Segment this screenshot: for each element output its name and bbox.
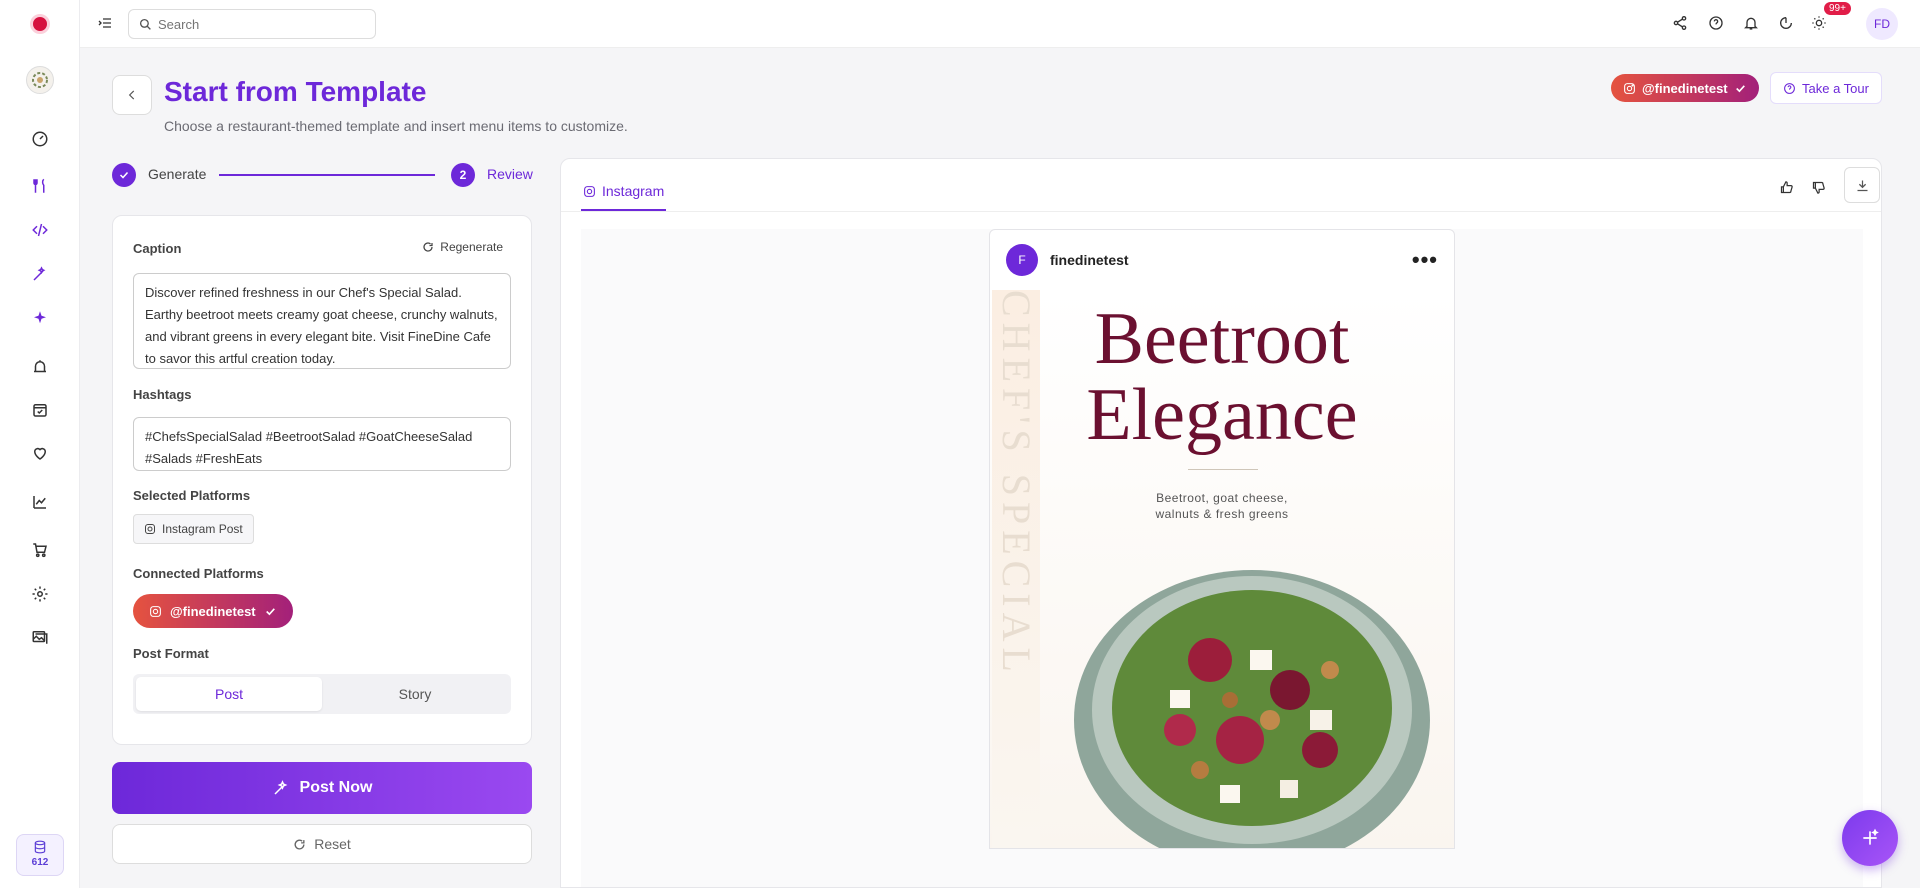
credits-widget[interactable]: 612 (16, 834, 64, 876)
ig-avatar: F (1006, 244, 1038, 276)
preview-panel: Instagram F finedinetest ••• CHEF'S SPEC… (560, 158, 1882, 888)
page-title: Start from Template (164, 76, 427, 107)
post-now-label: Post Now (299, 779, 373, 796)
tab-instagram[interactable]: Instagram (581, 173, 667, 211)
reset-button[interactable]: Reset (112, 824, 532, 864)
search-icon (139, 18, 152, 31)
check-icon (119, 171, 129, 179)
selected-platform-label: Instagram Post (162, 522, 243, 536)
ig-username: finedinetest (1050, 252, 1129, 268)
ig-post-title-line1: Beetroot (1094, 298, 1350, 380)
sparkle-add-icon (1863, 828, 1879, 845)
regenerate-button[interactable]: Regenerate (422, 240, 503, 254)
stepper-line (219, 174, 435, 176)
topbar: 99+ FD (80, 0, 1920, 48)
share-icon[interactable] (1669, 12, 1691, 34)
more-options-icon[interactable]: ••• (1412, 247, 1438, 273)
search-box[interactable] (128, 9, 376, 39)
instagram-icon (144, 523, 156, 535)
salad-bowl-illustration (1074, 570, 1430, 848)
download-button[interactable] (1844, 167, 1880, 203)
take-tour-button[interactable]: Take a Tour (1770, 72, 1882, 104)
caption-label: Caption (133, 241, 182, 256)
back-button[interactable] (112, 75, 152, 115)
code-icon[interactable] (28, 218, 52, 242)
theme-sun-icon[interactable] (1808, 12, 1830, 34)
search-input[interactable] (158, 16, 358, 32)
connected-platforms-label: Connected Platforms (133, 566, 264, 581)
ai-assistant-fab[interactable] (1842, 810, 1898, 866)
step-review-number: 2 (451, 163, 475, 187)
download-icon (1857, 180, 1867, 191)
step-generate-check (112, 163, 136, 187)
post-form-card: Caption Regenerate Discover refined fres… (112, 215, 532, 745)
post-now-button[interactable]: Post Now (112, 762, 532, 814)
timer-icon[interactable] (1775, 12, 1797, 34)
ig-desc-line2: walnuts & fresh greens (1155, 507, 1289, 521)
app-logo[interactable] (30, 14, 50, 34)
ig-post-title-line2: Elegance (1086, 374, 1358, 456)
post-format-label: Post Format (133, 646, 209, 661)
tabs-divider (561, 211, 1881, 212)
connected-account-label: @finedinetest (170, 603, 256, 619)
user-avatar[interactable]: FD (1866, 8, 1898, 40)
instagram-account-pill[interactable]: @finedinetest (1611, 74, 1759, 102)
ig-divider (1188, 469, 1258, 470)
take-tour-label: Take a Tour (1802, 80, 1869, 96)
reset-label: Reset (314, 836, 351, 852)
format-story-option[interactable]: Story (322, 677, 508, 711)
instagram-icon (1623, 82, 1636, 95)
ig-post-header: F finedinetest ••• (990, 230, 1454, 290)
caption-textarea[interactable]: Discover refined freshness in our Chef's… (133, 273, 511, 369)
database-icon (17, 840, 63, 854)
thumbs-up-icon[interactable] (1772, 173, 1800, 201)
thumbs-down-icon[interactable] (1804, 173, 1832, 201)
ig-post-image: CHEF'S SPECIAL SALAD Beetroot Elegance B… (990, 290, 1454, 848)
sidebar: 612 (0, 0, 80, 888)
step-generate-label: Generate (148, 166, 207, 182)
sparkles-icon[interactable] (28, 306, 52, 330)
restaurant-avatar[interactable] (26, 66, 54, 94)
instagram-account-label: @finedinetest (1642, 80, 1728, 96)
format-post-option[interactable]: Post (136, 677, 322, 711)
page-subtitle: Choose a restaurant-themed template and … (164, 118, 628, 134)
selected-platforms-label: Selected Platforms (133, 488, 251, 503)
refresh-icon (293, 838, 306, 851)
restaurant-menu-icon[interactable] (28, 174, 52, 198)
instagram-icon (583, 185, 596, 198)
hashtags-textarea[interactable]: #ChefsSpecialSalad #BeetrootSalad #GoatC… (133, 417, 511, 471)
dashboard-icon[interactable] (28, 127, 52, 151)
instagram-icon (149, 605, 162, 618)
help-circle-icon (1783, 82, 1796, 95)
selected-platform-chip[interactable]: Instagram Post (133, 514, 254, 544)
instagram-post-preview: F finedinetest ••• CHEF'S SPECIAL SALAD … (989, 229, 1455, 849)
bell-icon[interactable] (1740, 12, 1762, 34)
hashtags-label: Hashtags (133, 387, 192, 402)
magic-wand-icon[interactable] (28, 262, 52, 286)
check-icon (1734, 82, 1747, 95)
post-format-toggle: Post Story (133, 674, 511, 714)
help-icon[interactable] (1705, 12, 1727, 34)
cart-icon[interactable] (28, 538, 52, 562)
check-icon (264, 605, 277, 618)
settings-icon[interactable] (28, 582, 52, 606)
calendar-check-icon[interactable] (28, 398, 52, 422)
ig-desc-line1: Beetroot, goat cheese, (1156, 491, 1288, 505)
menu-toggle-icon[interactable] (94, 12, 116, 34)
gallery-icon[interactable] (28, 625, 52, 649)
refresh-icon (422, 241, 434, 253)
sparkle-icon (272, 779, 290, 797)
connected-instagram-pill[interactable]: @finedinetest (133, 594, 293, 628)
heart-icon[interactable] (28, 441, 52, 465)
chevron-left-icon (128, 90, 135, 100)
alarm-icon[interactable] (28, 355, 52, 379)
step-review-label: Review (487, 166, 533, 182)
regenerate-label: Regenerate (440, 240, 503, 254)
tab-instagram-label: Instagram (602, 183, 665, 199)
credits-count: 612 (31, 857, 49, 868)
analytics-icon[interactable] (28, 490, 52, 514)
